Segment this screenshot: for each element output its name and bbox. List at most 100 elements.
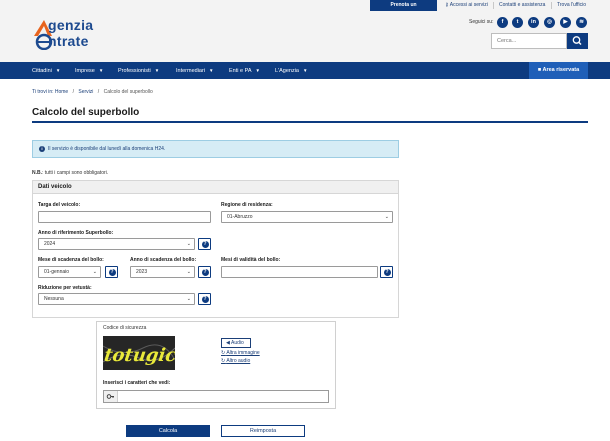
nav-label: Professionisti: [118, 68, 151, 74]
question-icon: ?: [201, 295, 209, 303]
search-input[interactable]: [491, 33, 567, 49]
services-access-label: Accessi ai servizi: [449, 2, 488, 8]
audio-button[interactable]: ◀ Audio: [221, 338, 251, 348]
nav-label: Cittadini: [32, 68, 52, 74]
linkedin-icon[interactable]: in: [528, 17, 539, 28]
regione-label: Regione di residenza:: [221, 202, 273, 208]
social-label: Seguici su:: [469, 19, 494, 25]
chevron-down-icon: ⌄: [186, 241, 191, 247]
key-icon: ⚷: [445, 2, 449, 8]
help-button[interactable]: ?: [198, 266, 211, 278]
youtube-icon[interactable]: ▶: [560, 17, 571, 28]
captcha-input[interactable]: [103, 390, 329, 403]
required-note: N.B.: tutti i campi sono obbligatori.: [32, 170, 108, 176]
chevron-down-icon: ▼: [209, 68, 214, 73]
captcha-fieldset: Codice di sicurezza totugica ◀ Audio ↻ A…: [96, 321, 336, 409]
nav-enti-pa[interactable]: Enti e PA ▼: [229, 62, 260, 79]
question-icon: ?: [201, 240, 209, 248]
help-button[interactable]: ?: [105, 266, 118, 278]
nav-label: L'Agenzia: [275, 68, 299, 74]
nav-label: Intermediari: [176, 68, 206, 74]
chevron-down-icon: ▼: [98, 68, 104, 73]
anno-scadenza-value: 2023: [136, 269, 148, 275]
nav-label: Imprese: [75, 68, 95, 74]
chevron-down-icon: ▼: [255, 68, 260, 73]
new-audio-link[interactable]: ↻ Altro audio: [221, 358, 250, 364]
calcola-button[interactable]: Calcola: [126, 425, 210, 437]
riduzione-select[interactable]: Nessuna ⌄: [38, 293, 195, 305]
audio-label: Audio: [230, 340, 244, 346]
find-office-link[interactable]: Trova l'ufficio: [553, 0, 590, 11]
nav-agenzia[interactable]: L'Agenzia ▼: [275, 62, 307, 79]
new-image-link[interactable]: ↻ Altra immagine: [221, 350, 260, 356]
site-header: genzia ntrate Seguici su: f t in ◎ ▶ ≋: [0, 11, 610, 62]
mese-scadenza-label: Mese di scadenza del bollo:: [38, 257, 104, 263]
chevron-down-icon: ▼: [55, 68, 61, 73]
main-nav: Cittadini ▼ Imprese ▼ Professionisti ▼ Inte…: [0, 62, 610, 79]
chevron-down-icon: ⌄: [92, 269, 97, 275]
refresh-icon: ↻: [221, 358, 226, 364]
logo-text-bottom: ntrate: [48, 33, 89, 49]
services-access-link[interactable]: ⚷ Accessi ai servizi: [441, 0, 492, 11]
nav-professionisti[interactable]: Professionisti ▼: [118, 62, 159, 79]
nb-text: : tutti i campi sono obbligatori.: [42, 170, 109, 176]
rss-icon[interactable]: ≋: [576, 17, 587, 28]
page-title: Calcolo del superbollo: [32, 107, 140, 118]
breadcrumb-servizi[interactable]: Servizi: [78, 89, 93, 95]
nav-intermediari[interactable]: Intermediari ▼: [176, 62, 214, 79]
breadcrumb-current: Calcolo del superbollo: [103, 89, 153, 95]
mese-scadenza-value: 01-gennaio: [44, 269, 70, 275]
captcha-input-label: Inserisci i caratteri che vedi:: [103, 380, 171, 386]
refresh-icon: ↻: [221, 350, 226, 356]
utility-bar: Prenota un appuntamento ⚷ Accessi ai ser…: [0, 0, 610, 19]
help-button[interactable]: ?: [380, 266, 393, 278]
nav-imprese[interactable]: Imprese ▼: [75, 62, 103, 79]
nb-label: N.B.: [32, 170, 42, 176]
title-underline: [32, 121, 588, 123]
question-icon: ?: [108, 268, 116, 276]
help-button[interactable]: ?: [198, 238, 211, 250]
panel-title: Dati veicolo: [33, 181, 398, 194]
breadcrumb-separator: /: [72, 89, 74, 95]
instagram-icon[interactable]: ◎: [544, 17, 555, 28]
breadcrumb-home[interactable]: Ti trovi in: Home: [32, 89, 68, 95]
nav-cittadini[interactable]: Cittadini ▼: [32, 62, 60, 79]
alert-text: Il servizio è disponibile dal lunedì all…: [48, 146, 166, 152]
help-button[interactable]: ?: [198, 293, 211, 305]
anno-riferimento-select[interactable]: 2024 ⌄: [38, 238, 195, 250]
area-riservata-button[interactable]: ■ Area riservata: [529, 62, 588, 79]
regione-value: 01-Abruzzo: [227, 214, 253, 220]
book-appointment-link[interactable]: Prenota un appuntamento: [370, 0, 437, 19]
chevron-down-icon: ⌄: [384, 214, 389, 220]
logo-text-top: genzia: [48, 17, 94, 33]
anno-riferimento-value: 2024: [44, 241, 56, 247]
info-icon: i: [39, 146, 45, 152]
facebook-icon[interactable]: f: [497, 17, 508, 28]
breadcrumb-separator: /: [97, 89, 100, 95]
new-audio-label: Altro audio: [226, 358, 251, 364]
chevron-down-icon: ⌄: [186, 269, 191, 275]
lock-icon: ■: [537, 67, 542, 73]
twitter-icon[interactable]: t: [512, 17, 523, 28]
chevron-down-icon: ⌄: [186, 296, 191, 302]
divider: [493, 2, 494, 9]
anno-scadenza-select[interactable]: 2023 ⌄: [130, 266, 195, 278]
info-alert: i Il servizio è disponibile dal lunedì a…: [32, 140, 399, 158]
reimposta-button[interactable]: Reimposta: [221, 425, 305, 437]
breadcrumb: Ti trovi in: Home / Servizi / Calcolo de…: [32, 89, 156, 95]
captcha-image: totugica: [103, 336, 175, 370]
agenzia-entrate-logo[interactable]: genzia ntrate: [32, 14, 132, 54]
targa-input[interactable]: [38, 211, 211, 223]
chevron-down-icon: ▼: [154, 68, 160, 73]
search-button[interactable]: [567, 33, 588, 49]
search-icon: [572, 36, 582, 45]
question-icon: ?: [201, 268, 209, 276]
vehicle-data-panel: Dati veicolo Targa del veicolo: Regione …: [32, 180, 399, 318]
anno-riferimento-label: Anno di riferimento Superbollo:: [38, 230, 114, 236]
new-image-label: Altra immagine: [226, 350, 260, 356]
mesi-validita-input[interactable]: [221, 266, 378, 278]
mese-scadenza-select[interactable]: 01-gennaio ⌄: [38, 266, 101, 278]
regione-select[interactable]: 01-Abruzzo ⌄: [221, 211, 393, 223]
key-glyph: [106, 394, 114, 399]
contacts-link[interactable]: Contatti e assistenza: [495, 0, 549, 11]
